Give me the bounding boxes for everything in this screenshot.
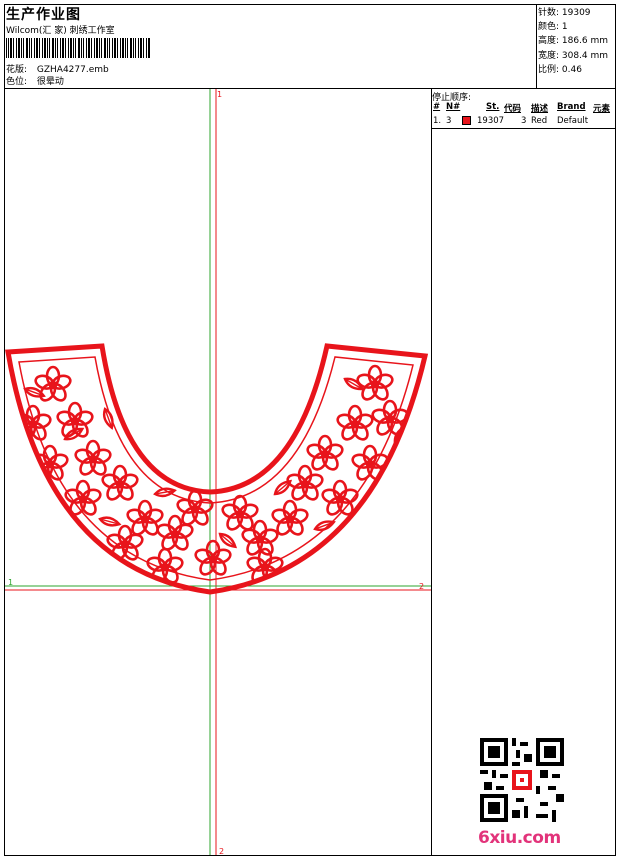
- col-brand: Brand: [557, 102, 586, 112]
- col-stitches: St.: [486, 102, 500, 112]
- table-divider: [431, 128, 616, 129]
- row-needle: 3: [446, 116, 452, 126]
- barcode-icon: [6, 38, 150, 58]
- table-row: 1. 3 19307 3 Red Default: [432, 116, 616, 128]
- axis-label-2-right: 2: [419, 582, 424, 591]
- page-title: 生产作业图: [6, 7, 81, 23]
- color-swatch: [462, 116, 471, 125]
- col-description: 描述: [531, 104, 549, 114]
- row-index: 1.: [433, 116, 442, 126]
- color-position-row: 色位: 很晕动: [6, 74, 64, 87]
- panel-divider: [431, 88, 432, 856]
- design-specs: 针数: 19309 颜色: 1 高度: 186.6 mm 宽度: 308.4 m…: [538, 6, 608, 77]
- col-needle: N#: [446, 102, 461, 112]
- axis-label-2-bottom: 2: [219, 847, 224, 855]
- color-position-label: 色位:: [6, 77, 28, 87]
- design-canvas: 1 1 2 2: [5, 89, 431, 855]
- axis-label-1-left: 1: [8, 578, 13, 587]
- col-code: 代码: [504, 104, 522, 114]
- row-description: Red: [531, 116, 548, 126]
- row-brand: Default: [557, 116, 589, 126]
- color-position-value: 很晕动: [36, 77, 64, 87]
- design-height: 高度: 186.6 mm: [538, 36, 609, 47]
- design-scale: 比例: 0.46: [538, 64, 582, 75]
- color-count: 颜色: 1: [538, 22, 568, 33]
- design-width: 宽度: 308.4 mm: [538, 50, 609, 61]
- stitch-count: 针数: 19309: [538, 8, 591, 18]
- col-index: #: [433, 102, 441, 112]
- watermark-text: 6xiu.com: [478, 828, 561, 848]
- row-code: 3: [521, 116, 527, 126]
- specs-divider: [536, 4, 537, 88]
- row-stitches: 19307: [477, 116, 505, 126]
- table-header: # N# St. 代码 描述 Brand 元素: [432, 102, 616, 114]
- col-element: 元素: [593, 104, 611, 114]
- qr-code-icon: [480, 738, 564, 822]
- studio-name: Wilcom(汇 家) 刺绣工作室: [6, 26, 115, 36]
- axis-label-1-top: 1: [217, 90, 222, 99]
